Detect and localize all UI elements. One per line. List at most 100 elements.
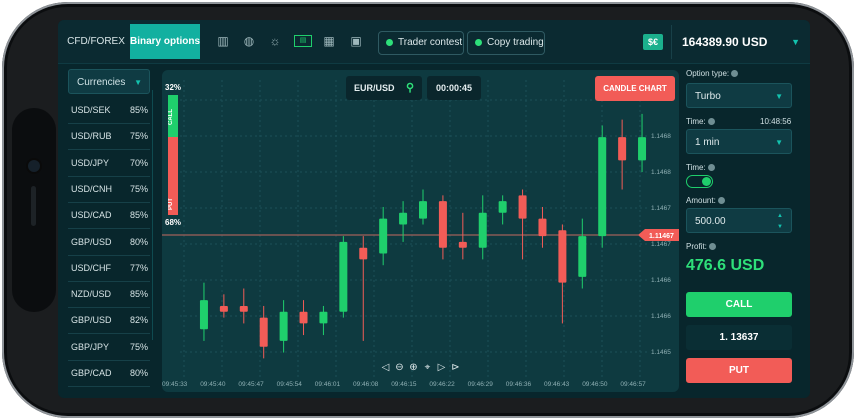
chart-canvas: 1.1468 1.1468 1.1467 1.1467 1.1466 1.1466 1.14… [162, 80, 679, 388]
pair-payout: 80% [129, 236, 148, 247]
pair-name: GBP/USD [71, 236, 112, 247]
candle-body [259, 317, 268, 347]
zoom-out-icon[interactable]: ⊖ [394, 362, 405, 373]
balance-dropdown[interactable]: 164389.90 USD ▼ [671, 25, 810, 59]
pair-payout: 75% [129, 131, 148, 142]
option-type-select[interactable]: Turbo ▼ [686, 83, 792, 108]
currency-pair-row[interactable]: GBP/CAD 80% [68, 360, 150, 387]
tab-binary-options[interactable]: Binary options [130, 24, 200, 59]
expiry-timer: 00:00:45 [427, 76, 481, 100]
candle-body [598, 137, 607, 237]
help-icon[interactable] [708, 243, 716, 251]
chevron-left-icon[interactable]: ◁ [380, 362, 391, 373]
tab-cfd-forex[interactable]: CFD/FOREX [66, 24, 126, 59]
candle-body [438, 201, 447, 248]
candle-body [399, 212, 408, 225]
currency-pair-row[interactable]: USD/JPY 70% [68, 150, 150, 177]
amount-input[interactable]: 500.00 ▲ ▼ [686, 208, 792, 233]
help-icon[interactable] [707, 118, 715, 126]
time-axis-label: 09:46:08 [353, 381, 379, 388]
scroll-track[interactable] [152, 90, 153, 340]
pair-name: USD/RUB [71, 131, 112, 142]
analytics-icon[interactable]: ▦ [322, 34, 336, 48]
currency-pair-row[interactable]: GBP/JPY 75% [68, 334, 150, 361]
currency-pair-row[interactable]: USD/SEK 85% [68, 97, 150, 124]
pair-name: USD/CHF [71, 262, 111, 273]
pair-payout: 75% [129, 341, 148, 352]
call-button[interactable]: CALL [686, 292, 792, 317]
currency-pair-row[interactable]: USD/RUB 75% [68, 123, 150, 151]
pair-payout: 77% [129, 262, 148, 273]
call-bar-label: CALL [168, 109, 174, 125]
price-level-label: 1.1468 [651, 133, 671, 140]
balance-value: 164389.90 USD [682, 35, 768, 49]
ticket-icon[interactable]: ▤ [294, 35, 312, 47]
time-select[interactable]: 1 min ▼ [686, 129, 792, 154]
option-type-label: Option type: [686, 69, 739, 78]
candle-chart-button[interactable]: CANDLE CHART [595, 76, 675, 101]
pair-payout: 80% [129, 368, 148, 378]
calendar-icon[interactable]: ▣ [349, 34, 363, 48]
speaker-grille [31, 186, 36, 226]
help-icon[interactable] [731, 70, 739, 78]
chevron-down-icon: ▼ [134, 78, 142, 87]
pair-payout: 85% [129, 210, 148, 221]
candle-body [638, 137, 647, 161]
candle-body [339, 241, 348, 312]
price-level-label: 1.1467 [651, 205, 671, 212]
app-screen: CFD/FOREX Binary options ▥ ◍ ☼ ▤ ▦ ▣ Tra… [58, 20, 810, 398]
skip-end-icon[interactable]: ⊳ [450, 362, 461, 373]
trade-panel: Option type: Turbo ▼ Time: 10:48:56 1 min… [686, 69, 792, 398]
bar-chart-icon[interactable]: ▥ [216, 34, 230, 48]
pair-payout: 82% [129, 315, 148, 326]
pair-payout: 70% [129, 157, 148, 168]
status-dot [386, 38, 393, 46]
time-axis-label: 09:45:47 [238, 381, 264, 388]
time-axis-label: 09:45:33 [162, 381, 188, 388]
currency-pair-row[interactable]: NZD/USD 85% [68, 281, 150, 309]
trader-contest-label: Trader contest [398, 37, 463, 48]
help-icon[interactable] [707, 164, 715, 172]
currency-pair-row[interactable]: USD/CHF 77% [68, 255, 150, 282]
search-icon: ⚲ [405, 82, 414, 94]
wallet-icon[interactable]: $€ [643, 34, 663, 50]
copy-trading-button[interactable]: Copy trading [467, 31, 545, 55]
put-button[interactable]: PUT [686, 358, 792, 383]
currency-pair-row[interactable]: USD/CAD 85% [68, 202, 150, 230]
chevron-down-icon: ▼ [791, 37, 800, 47]
currency-pair-row[interactable]: GBP/USD 80% [68, 229, 150, 256]
stepper-icon[interactable]: ▲ ▼ [777, 211, 783, 233]
candle-body [518, 195, 527, 219]
toggle-label: Time: [686, 163, 715, 172]
call-percent: 32% [165, 83, 182, 92]
time-axis-label: 09:46:29 [468, 381, 494, 388]
current-price-value: 1.11467 [649, 233, 674, 240]
zoom-in-icon[interactable]: ⊕ [408, 362, 419, 373]
currency-pair-row[interactable]: USD/CNH 75% [68, 176, 150, 203]
candle-body [359, 247, 368, 260]
currencies-select[interactable]: Currencies ▼ [68, 69, 150, 94]
currency-pair-row[interactable]: GBP/USD 82% [68, 307, 150, 335]
price-chart[interactable]: 1.1468 1.1468 1.1467 1.1467 1.1466 1.1466 1.14… [162, 70, 679, 392]
time-axis-label: 09:46:43 [544, 381, 570, 388]
time-axis-label: 09:46:15 [391, 381, 417, 388]
time-label: Time: [686, 117, 715, 126]
time-toggle[interactable] [686, 175, 713, 188]
chevron-right-icon[interactable]: ▷ [436, 362, 447, 373]
time-axis-label: 09:45:54 [277, 381, 303, 388]
symbol-search[interactable]: EUR/USD ⚲ [346, 76, 422, 100]
reset-view-icon[interactable]: ⌖ [422, 362, 433, 373]
trader-contest-button[interactable]: Trader contest [378, 31, 464, 55]
lightbulb-icon[interactable]: ☼ [268, 34, 282, 48]
profit-value: 476.6 USD [686, 257, 765, 274]
candle-body [498, 201, 507, 213]
globe-hand-icon[interactable]: ◍ [242, 34, 256, 48]
toggle-knob [702, 177, 711, 186]
candle-body [379, 218, 388, 254]
help-icon[interactable] [717, 197, 725, 205]
pair-name: GBP/CAD [71, 368, 112, 378]
candle-body [458, 241, 467, 248]
price-level-label: 1.1466 [651, 277, 671, 284]
time-axis-label: 09:46:50 [582, 381, 608, 388]
candle-body [199, 300, 208, 330]
